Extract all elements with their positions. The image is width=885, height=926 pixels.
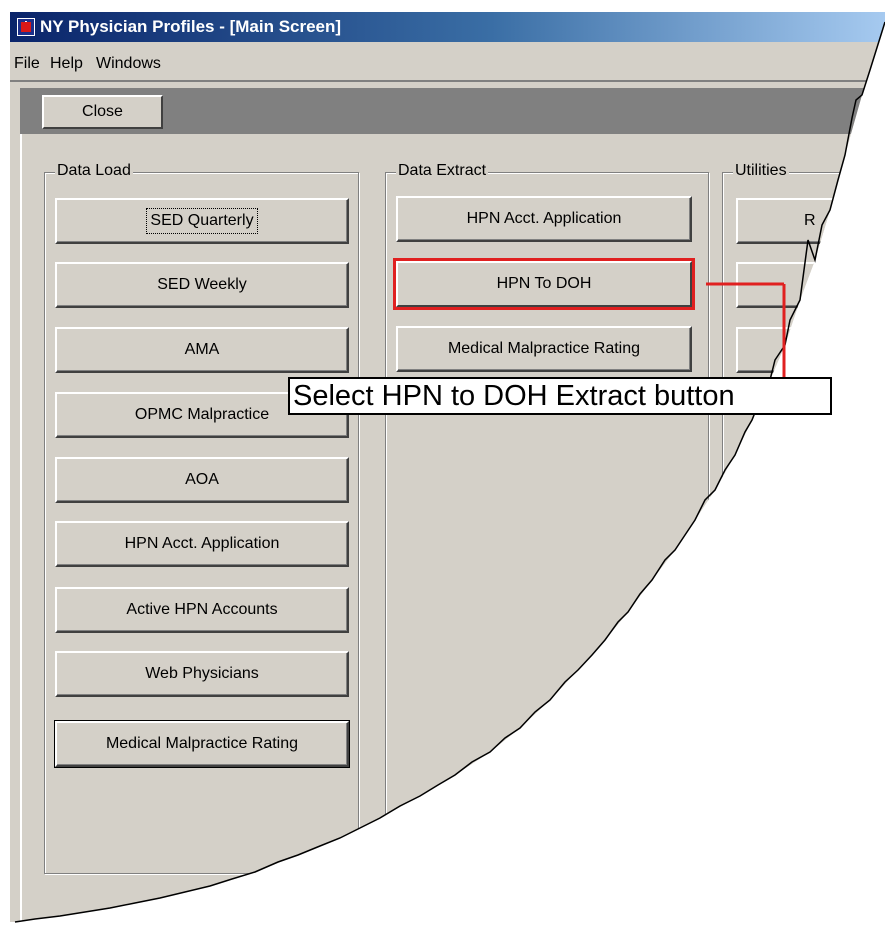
torn-edge — [14, 21, 885, 923]
annotation-callout: Select HPN to DOH Extract button — [288, 377, 832, 415]
app-screenshot: NY Physician Profiles - [Main Screen] Fi… — [0, 0, 885, 926]
torn-edge-overlay — [14, 21, 885, 923]
